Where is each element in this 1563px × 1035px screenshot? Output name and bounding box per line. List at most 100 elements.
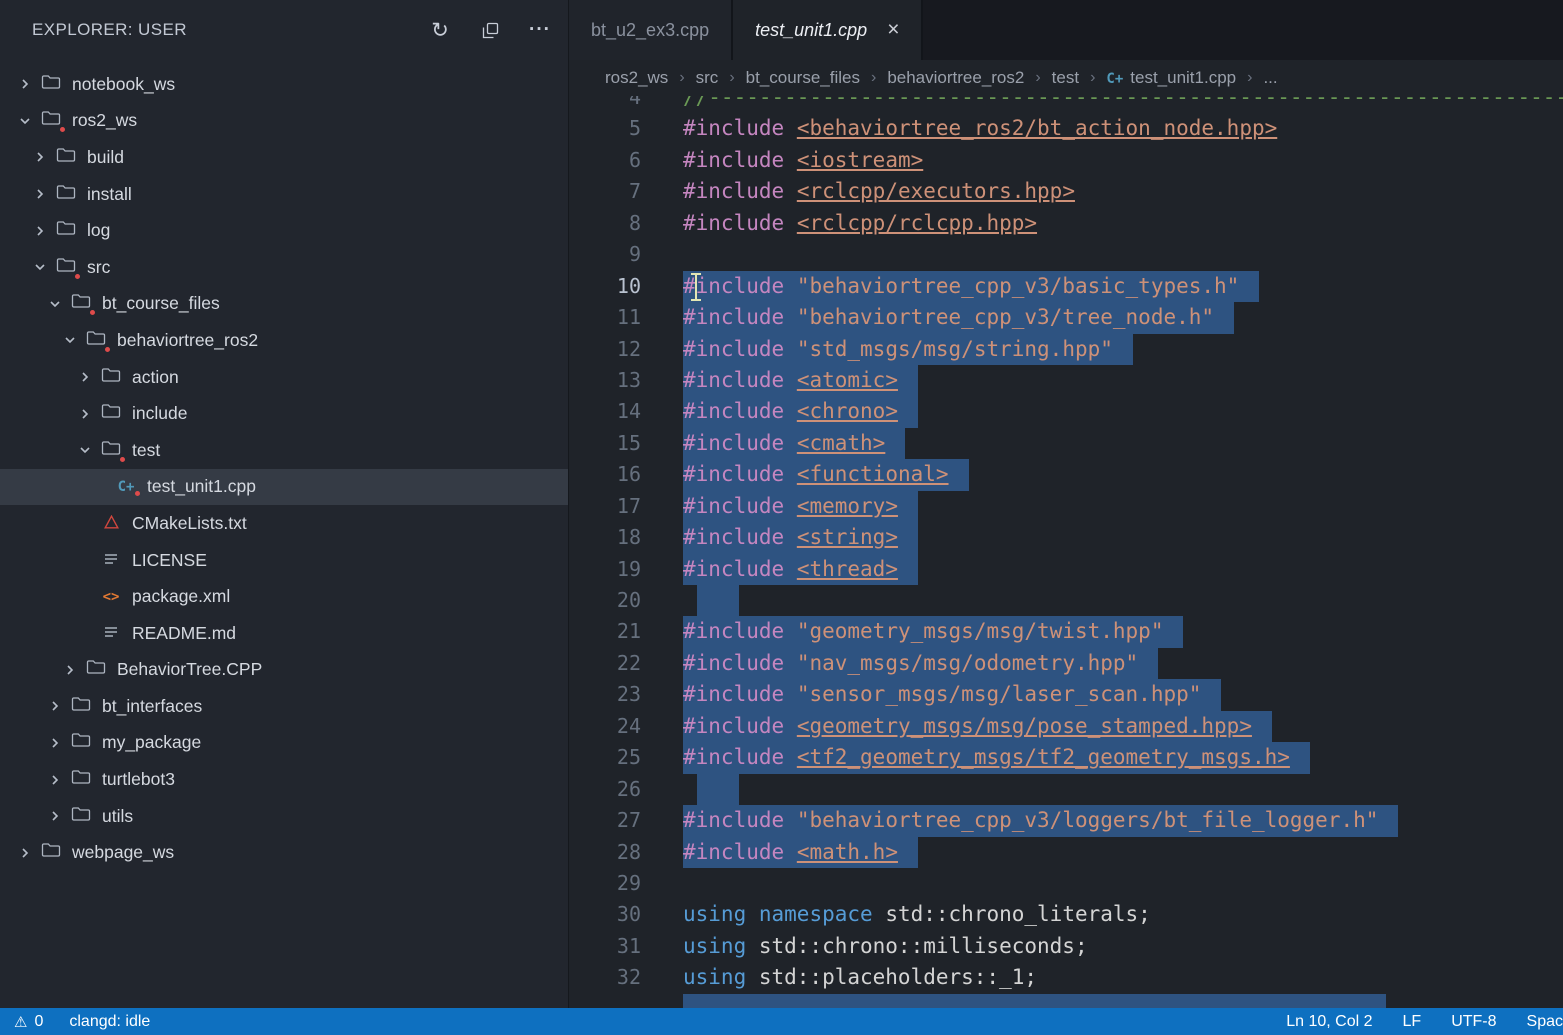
- tree-item-behaviortree_ros2[interactable]: behaviortree_ros2: [0, 322, 568, 359]
- code-line[interactable]: 16#include <functional>: [569, 459, 1563, 490]
- code-line[interactable]: 30using namespace std::chrono_literals;: [569, 899, 1563, 930]
- code-line[interactable]: 27#include "behaviortree_cpp_v3/loggers/…: [569, 805, 1563, 836]
- chevron-right-icon[interactable]: [27, 187, 53, 201]
- tree-item-webpage_ws[interactable]: webpage_ws: [0, 834, 568, 871]
- breadcrumb-label: test: [1052, 68, 1079, 88]
- chevron-right-icon[interactable]: [57, 663, 83, 677]
- code-line[interactable]: 4//-------------------------------------…: [569, 96, 1563, 113]
- code-line[interactable]: 6#include <iostream>: [569, 145, 1563, 176]
- code-line[interactable]: [569, 994, 1563, 1008]
- tree-item-label: behaviortree_ros2: [117, 330, 258, 351]
- code-editor[interactable]: 4//-------------------------------------…: [569, 96, 1563, 1008]
- tree-item-utils[interactable]: utils: [0, 798, 568, 835]
- encoding-indicator[interactable]: UTF-8: [1451, 1013, 1496, 1031]
- tab-bt_u2_ex3.cpp[interactable]: bt_u2_ex3.cpp: [569, 0, 733, 60]
- code-line[interactable]: 5#include <behaviortree_ros2/bt_action_n…: [569, 113, 1563, 144]
- chevron-right-icon[interactable]: [27, 150, 53, 164]
- code-line[interactable]: 9: [569, 239, 1563, 270]
- tree-item-turtlebot3[interactable]: turtlebot3: [0, 761, 568, 798]
- code-line[interactable]: 12#include "std_msgs/msg/string.hpp": [569, 334, 1563, 365]
- tree-item-bt_course_files[interactable]: bt_course_files: [0, 286, 568, 323]
- chevron-down-icon[interactable]: [72, 443, 98, 457]
- code-line[interactable]: 23#include "sensor_msgs/msg/laser_scan.h…: [569, 679, 1563, 710]
- tree-item-install[interactable]: install: [0, 176, 568, 213]
- folder-icon: [53, 257, 79, 278]
- breadcrumb-item-test_unit1.cpp[interactable]: C+test_unit1.cpp: [1106, 68, 1236, 88]
- chevron-down-icon[interactable]: [27, 260, 53, 274]
- chevron-right-icon[interactable]: [42, 809, 68, 823]
- tree-item-src[interactable]: src: [0, 249, 568, 286]
- clangd-status[interactable]: clangd: idle: [69, 1013, 150, 1031]
- chevron-right-icon[interactable]: [42, 699, 68, 713]
- tree-item-notebook_ws[interactable]: notebook_ws: [0, 66, 568, 103]
- breadcrumb-item-bt_course_files[interactable]: bt_course_files: [746, 68, 860, 88]
- code-line[interactable]: 28#include <math.h>: [569, 837, 1563, 868]
- chevron-right-icon[interactable]: [72, 370, 98, 384]
- code-line[interactable]: 22#include "nav_msgs/msg/odometry.hpp": [569, 648, 1563, 679]
- code-line[interactable]: 24#include <geometry_msgs/msg/pose_stamp…: [569, 711, 1563, 742]
- breadcrumb-item-behaviortree_ros2[interactable]: behaviortree_ros2: [887, 68, 1024, 88]
- warning-icon: ⚠: [14, 1013, 27, 1031]
- code-line[interactable]: 14#include <chrono>: [569, 396, 1563, 427]
- chevron-right-icon[interactable]: [27, 224, 53, 238]
- breadcrumb-item-...[interactable]: ...: [1263, 68, 1277, 88]
- tree-item-log[interactable]: log: [0, 212, 568, 249]
- code-line[interactable]: 25#include <tf2_geometry_msgs/tf2_geomet…: [569, 742, 1563, 773]
- chevron-down-icon[interactable]: [42, 297, 68, 311]
- chevron-right-icon[interactable]: [42, 773, 68, 787]
- tree-item-include[interactable]: include: [0, 395, 568, 432]
- tree-item-package.xml[interactable]: <>package.xml: [0, 578, 568, 615]
- tree-item-action[interactable]: action: [0, 359, 568, 396]
- problems-indicator[interactable]: ⚠ 0: [14, 1013, 43, 1031]
- code-line[interactable]: 15#include <cmath>: [569, 428, 1563, 459]
- indentation-indicator[interactable]: Spac: [1527, 1013, 1563, 1031]
- code-line[interactable]: 10#include "behaviortree_cpp_v3/basic_ty…: [569, 271, 1563, 302]
- code-line[interactable]: 18#include <string>: [569, 522, 1563, 553]
- tree-item-BehaviorTree.CPP[interactable]: BehaviorTree.CPP: [0, 652, 568, 689]
- tree-item-label: notebook_ws: [72, 74, 175, 95]
- tree-item-bt_interfaces[interactable]: bt_interfaces: [0, 688, 568, 725]
- code-line[interactable]: 17#include <memory>: [569, 491, 1563, 522]
- tree-item-LICENSE[interactable]: LICENSE: [0, 542, 568, 579]
- chevron-right-icon[interactable]: [12, 846, 38, 860]
- stacked-squares-icon[interactable]: [478, 18, 502, 42]
- chevron-right-icon[interactable]: [42, 736, 68, 750]
- code-line[interactable]: 19#include <thread>: [569, 554, 1563, 585]
- chevron-right-icon[interactable]: [12, 77, 38, 91]
- code-line[interactable]: 11#include "behaviortree_cpp_v3/tree_nod…: [569, 302, 1563, 333]
- code-line[interactable]: 8#include <rclcpp/rclcpp.hpp>: [569, 208, 1563, 239]
- code-line[interactable]: 21#include "geometry_msgs/msg/twist.hpp": [569, 616, 1563, 647]
- line-number: 21: [569, 616, 641, 647]
- tree-item-test_unit1.cpp[interactable]: C+test_unit1.cpp: [0, 469, 568, 506]
- cursor-position[interactable]: Ln 10, Col 2: [1286, 1013, 1372, 1031]
- line-number: 11: [569, 302, 641, 333]
- ellipsis-icon[interactable]: ···: [528, 18, 552, 42]
- code-line[interactable]: 7#include <rclcpp/executors.hpp>: [569, 176, 1563, 207]
- chevron-right-icon[interactable]: [72, 407, 98, 421]
- line-number: 5: [569, 113, 641, 144]
- tree-item-build[interactable]: build: [0, 139, 568, 176]
- breadcrumb-item-test[interactable]: test: [1052, 68, 1079, 88]
- code-line[interactable]: 31using std::chrono::milliseconds;: [569, 931, 1563, 962]
- breadcrumb-item-src[interactable]: src: [696, 68, 719, 88]
- tree-item-ros2_ws[interactable]: ros2_ws: [0, 103, 568, 140]
- tree-item-README.md[interactable]: README.md: [0, 615, 568, 652]
- tree-item-my_package[interactable]: my_package: [0, 725, 568, 762]
- code-line[interactable]: 29: [569, 868, 1563, 899]
- tree-item-CMakeLists.txt[interactable]: CMakeLists.txt: [0, 505, 568, 542]
- code-line[interactable]: 13#include <atomic>: [569, 365, 1563, 396]
- line-number: 31: [569, 931, 641, 962]
- code-line[interactable]: 20: [569, 585, 1563, 616]
- eol-indicator[interactable]: LF: [1403, 1013, 1422, 1031]
- line-text: #include <iostream>: [683, 145, 923, 176]
- tab-test_unit1.cpp[interactable]: test_unit1.cpp×: [733, 0, 923, 60]
- breadcrumb-item-ros2_ws[interactable]: ros2_ws: [605, 68, 668, 88]
- code-line[interactable]: 26: [569, 774, 1563, 805]
- chevron-down-icon[interactable]: [12, 114, 38, 128]
- refresh-icon[interactable]: ↻: [428, 18, 452, 42]
- close-icon[interactable]: ×: [887, 18, 899, 42]
- tree-item-test[interactable]: test: [0, 432, 568, 469]
- tree-item-label: my_package: [102, 732, 201, 753]
- chevron-down-icon[interactable]: [57, 333, 83, 347]
- code-line[interactable]: 32using std::placeholders::_1;: [569, 962, 1563, 993]
